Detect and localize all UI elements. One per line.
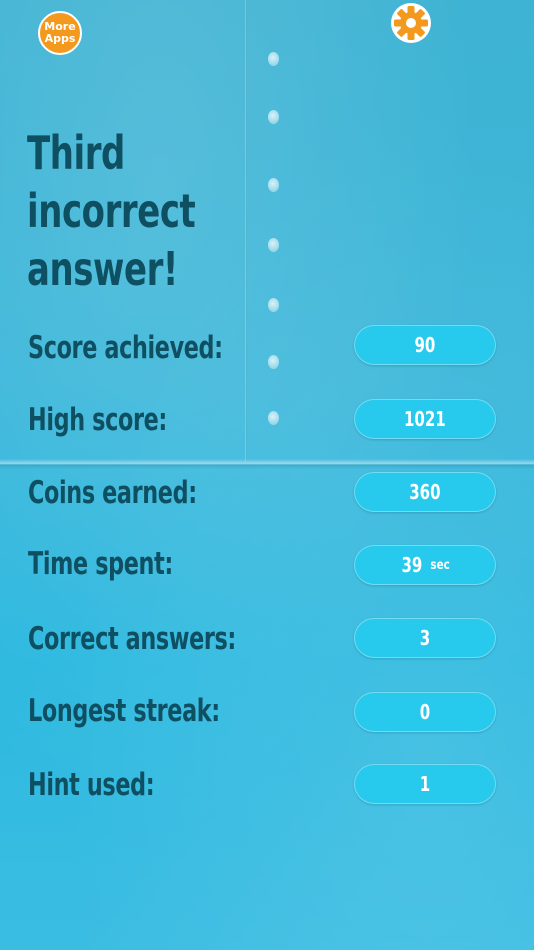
stat-label-correct: Correct answers: [28, 621, 237, 657]
more-apps-button[interactable]: More Apps [38, 11, 82, 55]
result-title-line1: Third incorrect [27, 126, 196, 238]
settings-button[interactable] [388, 2, 434, 44]
stat-value-text: 39 [401, 553, 423, 577]
gear-icon [391, 3, 431, 43]
stat-label-streak: Longest streak: [28, 693, 220, 729]
binder-hole [268, 355, 279, 369]
stat-label-coins: Coins earned: [28, 475, 197, 511]
stat-value-correct: 3 [354, 618, 496, 658]
stat-value-text: 3 [419, 626, 431, 650]
stat-value-hint: 1 [354, 764, 496, 804]
stat-value-text: 90 [414, 333, 436, 357]
stat-value-text: 360 [409, 480, 441, 504]
stat-label-hint: Hint used: [28, 767, 155, 803]
stat-value-coins: 360 [354, 472, 496, 512]
more-apps-label-line2: Apps [44, 32, 76, 45]
result-title-line2: answer! [27, 242, 178, 296]
stat-unit-text: sec [430, 557, 450, 573]
stat-value-high-score: 1021 [354, 399, 496, 439]
stat-value-text: 1 [419, 772, 431, 796]
result-title: Third incorrect answer! [27, 124, 273, 298]
stat-label-time: Time spent: [28, 546, 173, 582]
paper-fold-horizontal [0, 459, 534, 469]
binder-hole [268, 298, 279, 312]
binder-hole [268, 52, 279, 66]
stat-value-text: 1021 [404, 407, 446, 431]
stat-label-score: Score achieved: [28, 330, 223, 366]
binder-hole [268, 110, 279, 124]
stat-value-text: 0 [419, 700, 431, 724]
binder-hole [268, 411, 279, 425]
stat-value-score: 90 [354, 325, 496, 365]
stat-label-high-score: High score: [28, 402, 167, 438]
stat-value-time: 39 sec [354, 545, 496, 585]
stat-value-streak: 0 [354, 692, 496, 732]
